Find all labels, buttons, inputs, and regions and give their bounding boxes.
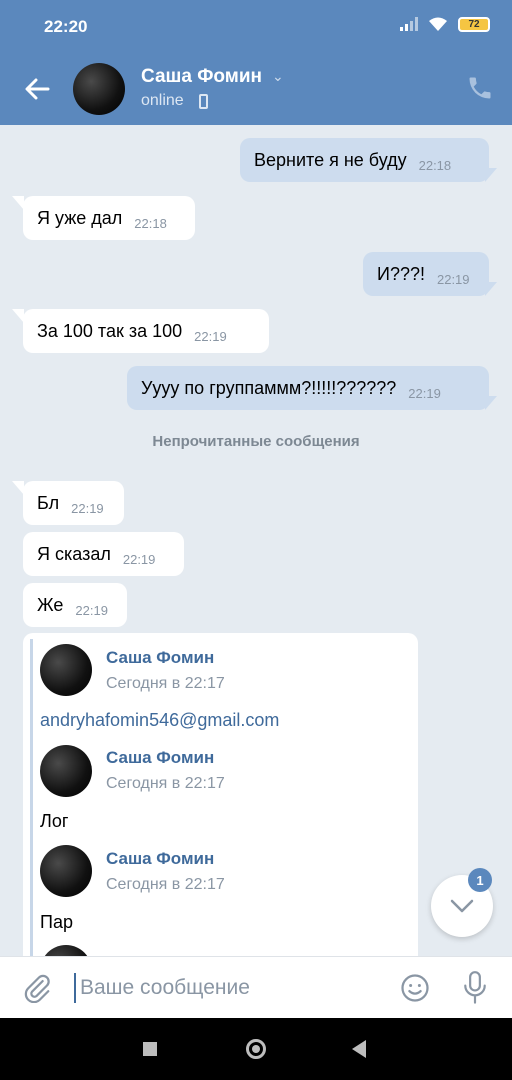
system-back-button[interactable] (352, 1040, 366, 1058)
forwarded-author-avatar[interactable] (40, 745, 92, 797)
app-header: 22:20 72 Саша Фомин ⌄ online (0, 0, 512, 125)
message-outgoing[interactable]: Уууу по группаммм?!!!!!?????? 22:19 (127, 366, 489, 410)
wifi-icon (429, 17, 447, 31)
forwarded-date: Сегодня в 22:17 (106, 876, 225, 893)
forwarded-author-name[interactable]: Саша Фомин (106, 849, 214, 869)
arrow-left-icon (25, 78, 50, 100)
forwarded-date: Сегодня в 22:17 (106, 675, 225, 692)
forwarded-date: Сегодня в 22:17 (106, 775, 225, 792)
message-time: 22:18 (134, 215, 167, 231)
signal-icon (400, 17, 418, 31)
battery-icon: 72 (458, 16, 490, 32)
home-button[interactable] (246, 1039, 266, 1059)
message-text: Уууу по группаммм?!!!!!?????? (141, 377, 397, 398)
message-incoming[interactable]: Я уже дал 22:18 (23, 196, 195, 240)
message-incoming[interactable]: За 100 так за 100 22:19 (23, 309, 269, 353)
contact-status: online (141, 92, 184, 109)
chevron-down-icon (450, 899, 474, 913)
message-time: 22:18 (418, 157, 452, 173)
contact-name[interactable]: Саша Фомин (141, 66, 262, 88)
message-time: 22:19 (75, 602, 108, 618)
bubble-tail (485, 396, 497, 410)
forwarded-text: Лог (40, 811, 69, 831)
smile-icon (401, 974, 429, 1002)
bubble-tail (485, 168, 497, 182)
forwarded-author-name[interactable]: Саша Фомин (106, 748, 214, 768)
forwarded-text: Пар (40, 912, 73, 932)
message-text: Верните я не буду (254, 149, 407, 170)
forwarded-messages[interactable]: Саша Фомин Сегодня в 22:17 andryhafomin5… (23, 633, 418, 958)
status-time: 22:20 (44, 17, 88, 36)
phone-icon (469, 77, 491, 99)
message-input[interactable] (74, 973, 384, 1003)
message-time: 22:19 (194, 328, 227, 344)
unread-count-badge: 1 (468, 868, 492, 892)
back-button[interactable] (22, 74, 52, 104)
forward-indicator-line (30, 639, 33, 958)
message-text: Же (37, 594, 64, 615)
paperclip-icon (24, 974, 50, 1004)
email-link[interactable]: andryhafomin546@gmail.com (40, 710, 279, 731)
message-text: И???! (377, 263, 425, 284)
contact-avatar[interactable] (73, 63, 125, 115)
message-text: Я сказал (37, 543, 111, 564)
emoji-button[interactable] (400, 973, 430, 1003)
message-outgoing[interactable]: И???! 22:19 (363, 252, 489, 296)
message-text: Я уже дал (37, 207, 123, 228)
microphone-icon (464, 971, 486, 1004)
message-time: 22:19 (71, 500, 104, 516)
message-time: 22:19 (122, 551, 156, 567)
message-text: За 100 так за 100 (37, 320, 183, 341)
recent-apps-button[interactable] (143, 1042, 157, 1056)
message-incoming[interactable]: Бл 22:19 (23, 481, 124, 525)
message-time: 22:19 (436, 271, 470, 287)
attach-button[interactable] (22, 973, 52, 1004)
message-composer (0, 956, 512, 1018)
bubble-tail (485, 282, 497, 296)
message-time: 22:19 (408, 385, 441, 401)
voice-message-button[interactable] (462, 971, 488, 1005)
unread-divider: Непрочитанные сообщения (152, 433, 360, 450)
chevron-down-icon[interactable]: ⌄ (272, 68, 284, 85)
message-incoming[interactable]: Я сказал 22:19 (23, 532, 184, 576)
bubble-tail (12, 481, 24, 495)
bubble-tail (12, 309, 24, 323)
forwarded-author-avatar[interactable] (40, 644, 92, 696)
status-icons: 72 (400, 16, 490, 32)
mobile-device-icon (199, 94, 208, 109)
bubble-tail (12, 196, 24, 210)
forwarded-author-name[interactable]: Саша Фомин (106, 648, 214, 668)
call-button[interactable] (466, 74, 494, 102)
message-outgoing[interactable]: Верните я не буду 22:18 (240, 138, 489, 182)
system-nav-bar (0, 1018, 512, 1080)
forwarded-author-avatar[interactable] (40, 845, 92, 897)
message-incoming[interactable]: Же 22:19 (23, 583, 127, 627)
message-text: Бл (37, 492, 60, 513)
